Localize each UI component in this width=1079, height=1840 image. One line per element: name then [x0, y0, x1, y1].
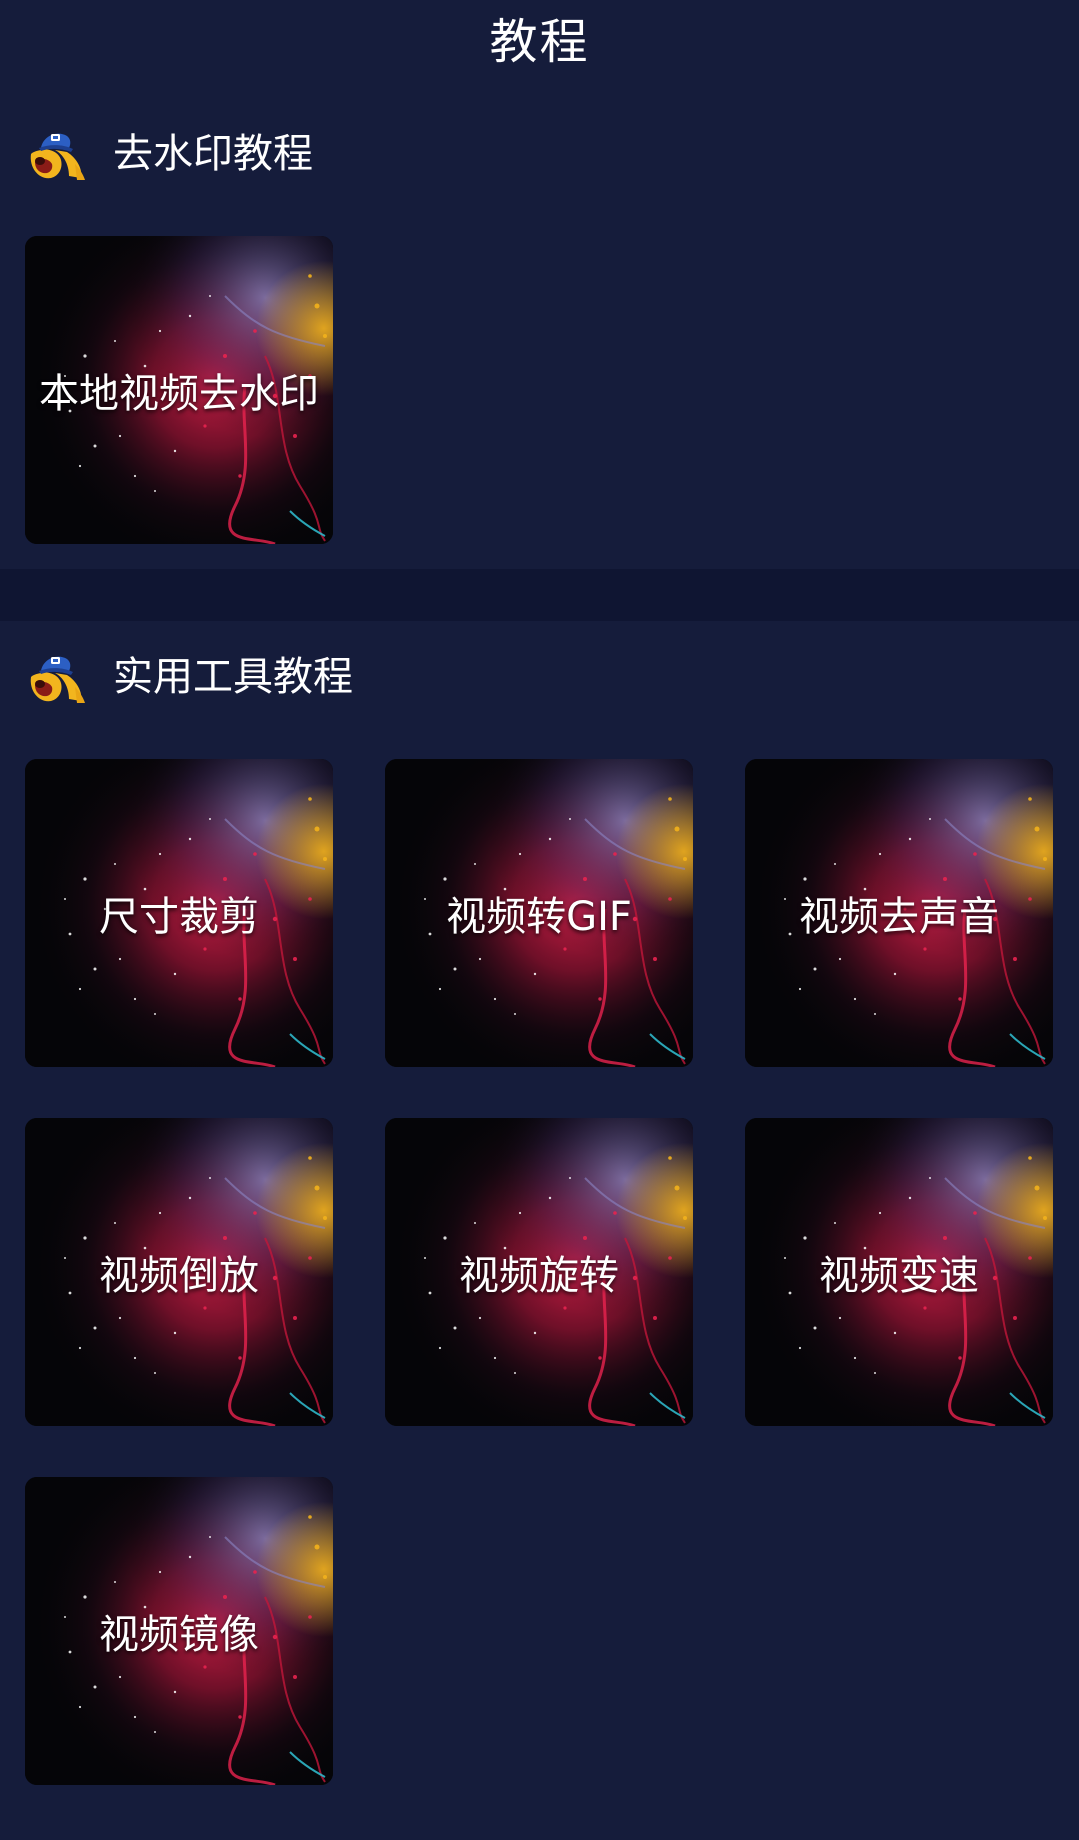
tutorial-card-local-video-watermark[interactable]: 本地视频去水印 [25, 236, 333, 544]
section-header: 去水印教程 [25, 124, 313, 184]
tutorial-card-remove-audio[interactable]: 视频去声音 [745, 759, 1053, 1067]
card-label: 尺寸裁剪 [99, 894, 259, 940]
tutorial-card-reverse[interactable]: 视频倒放 [25, 1118, 333, 1426]
section-header: 实用工具教程 [25, 647, 353, 707]
section-divider [0, 569, 1079, 621]
section-title: 去水印教程 [113, 131, 313, 177]
card-label: 视频倒放 [99, 1253, 259, 1299]
tutorial-card-video-to-gif[interactable]: 视频转GIF [385, 759, 693, 1067]
card-label: 视频转GIF [446, 894, 632, 940]
card-label: 视频旋转 [459, 1253, 619, 1299]
section-title: 实用工具教程 [113, 654, 353, 700]
page-title: 教程 [489, 14, 590, 70]
mascot-icon [25, 124, 87, 184]
tutorial-card-size-crop[interactable]: 尺寸裁剪 [25, 759, 333, 1067]
tutorial-card-mirror[interactable]: 视频镜像 [25, 1477, 333, 1785]
card-label: 视频去声音 [799, 894, 999, 940]
card-label: 视频镜像 [99, 1612, 259, 1658]
tutorial-card-rotate[interactable]: 视频旋转 [385, 1118, 693, 1426]
tutorial-card-speed[interactable]: 视频变速 [745, 1118, 1053, 1426]
card-label: 本地视频去水印 [39, 371, 319, 417]
mascot-icon [25, 647, 87, 707]
card-label: 视频变速 [819, 1253, 979, 1299]
